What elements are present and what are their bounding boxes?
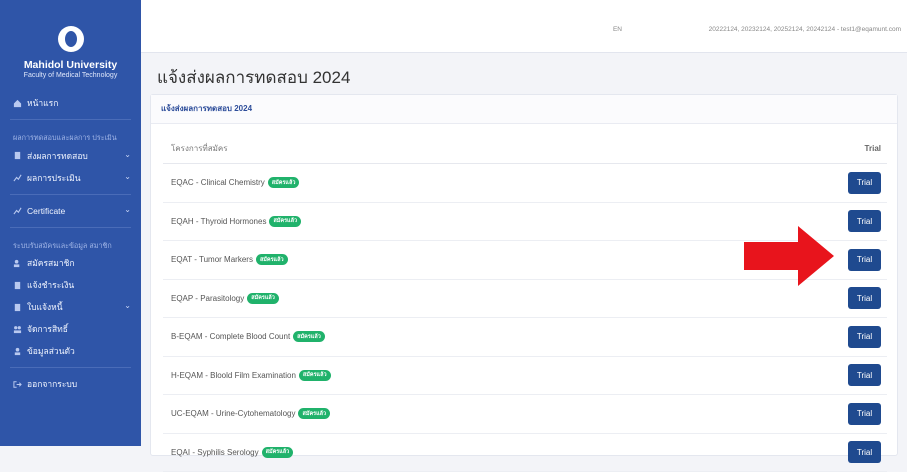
user-plus-icon (13, 259, 22, 268)
sidebar-item-label: ออกจากระบบ (27, 377, 77, 391)
sidebar-item-label: ใบแจ้งหนี้ (27, 300, 63, 314)
arrow-shape (744, 226, 834, 286)
table-row: EQAI - Syphilis Serologyสมัครแล้ว Trial (163, 434, 887, 472)
chevron-down-icon: ⌄ (124, 150, 131, 159)
column-header-program: โครงการที่สมัคร (171, 142, 228, 155)
status-badge: สมัครแล้ว (269, 216, 301, 227)
chevron-down-icon: ⌄ (124, 205, 131, 214)
sidebar-item-permissions[interactable]: จัดการสิทธิ์ (0, 318, 141, 340)
topbar: EN 20222124, 20232124, 20252124, 2024212… (141, 0, 907, 53)
document-icon (13, 151, 22, 160)
status-badge: สมัครแล้ว (247, 293, 279, 304)
sidebar-item-payment[interactable]: แจ้งชำระเงิน (0, 274, 141, 296)
university-logo-icon (58, 26, 84, 52)
page-title: แจ้งส่งผลการทดสอบ 2024 (157, 64, 350, 91)
sidebar-item-label: Certificate (27, 206, 65, 216)
sidebar-item-label: แจ้งชำระเงิน (27, 278, 74, 292)
sidebar-item-label: ข้อมูลส่วนตัว (27, 344, 75, 358)
language-switch[interactable]: EN (613, 26, 622, 33)
trial-button[interactable]: Trial (848, 364, 881, 386)
program-name: EQAI - Syphilis Serology (171, 448, 259, 457)
program-name: UC-EQAM - Urine-Cytohematology (171, 409, 295, 418)
program-cell: UC-EQAM - Urine-Cytohematologyสมัครแล้ว (171, 408, 330, 419)
status-badge: สมัครแล้ว (298, 408, 330, 419)
program-name: EQAH - Thyroid Hormones (171, 217, 266, 226)
sidebar-item-submit-results[interactable]: ส่งผลการทดสอบ ⌄ (0, 145, 141, 167)
card-title: แจ้งส่งผลการทดสอบ 2024 (151, 95, 897, 124)
divider (10, 367, 131, 368)
program-cell: EQAC - Clinical Chemistryสมัครแล้ว (171, 177, 299, 188)
program-cell: EQAT - Tumor Markersสมัครแล้ว (171, 254, 288, 265)
table-row: H-EQAM - Bloold Film Examinationสมัครแล้… (163, 357, 887, 396)
brand-name: Mahidol University (0, 59, 141, 71)
trial-button[interactable]: Trial (848, 403, 881, 425)
users-icon (13, 325, 22, 334)
trial-button[interactable]: Trial (848, 172, 881, 194)
status-badge: สมัครแล้ว (262, 447, 294, 458)
table-header: โครงการที่สมัคร Trial (163, 133, 887, 164)
status-badge: สมัครแล้ว (293, 331, 325, 342)
section-label-member: ระบบรับสมัครและข้อมูล สมาชิก (0, 233, 141, 253)
chart-icon (13, 173, 22, 182)
divider (10, 227, 131, 228)
sidebar-item-label: ส่งผลการทดสอบ (27, 149, 88, 163)
home-icon (13, 99, 22, 108)
program-name: EQAT - Tumor Markers (171, 255, 253, 264)
trial-button[interactable]: Trial (848, 287, 881, 309)
sidebar-nav: หน้าแรก ผลการทดสอบและผลการ ประเมิน ส่งผล… (0, 92, 141, 395)
program-table: โครงการที่สมัคร Trial EQAC - Clinical Ch… (163, 133, 887, 472)
sidebar-item-label: จัดการสิทธิ์ (27, 322, 68, 336)
sidebar-item-profile[interactable]: ข้อมูลส่วนตัว (0, 340, 141, 362)
sidebar-item-certificate[interactable]: Certificate ⌄ (0, 200, 141, 222)
sidebar-item-logout[interactable]: ออกจากระบบ (0, 373, 141, 395)
table-row: B-EQAM - Complete Blood Countสมัครแล้ว Tr… (163, 318, 887, 357)
program-cell: EQAP - Parasitologyสมัครแล้ว (171, 293, 279, 304)
sidebar-item-home[interactable]: หน้าแรก (0, 92, 141, 114)
trial-button[interactable]: Trial (848, 441, 881, 463)
sidebar-item-invoice[interactable]: ใบแจ้งหนี้ ⌄ (0, 296, 141, 318)
sidebar-item-label: ผลการประเมิน (27, 171, 81, 185)
program-cell: EQAH - Thyroid Hormonesสมัครแล้ว (171, 216, 301, 227)
divider (10, 194, 131, 195)
document-icon (13, 281, 22, 290)
user-icon (13, 347, 22, 356)
document-icon (13, 303, 22, 312)
program-name: EQAP - Parasitology (171, 294, 244, 303)
status-badge: สมัครแล้ว (299, 370, 331, 381)
program-cell: B-EQAM - Complete Blood Countสมัครแล้ว (171, 331, 325, 342)
chevron-down-icon: ⌄ (124, 301, 131, 310)
logout-icon (13, 380, 22, 389)
brand: Mahidol University Faculty of Medical Te… (0, 0, 141, 79)
sidebar-item-register[interactable]: สมัครสมาชิก (0, 252, 141, 274)
section-label-report: ผลการทดสอบและผลการ ประเมิน (0, 125, 141, 145)
chevron-down-icon: ⌄ (124, 172, 131, 181)
status-badge: สมัครแล้ว (268, 177, 300, 188)
sidebar-item-label: สมัครสมาชิก (27, 256, 75, 270)
brand-subtitle: Faculty of Medical Technology (0, 72, 141, 79)
sidebar-item-evaluation[interactable]: ผลการประเมิน ⌄ (0, 167, 141, 189)
red-arrow-indicator (742, 224, 836, 288)
sidebar-item-label: หน้าแรก (27, 96, 58, 110)
sidebar: Mahidol University Faculty of Medical Te… (0, 0, 141, 446)
program-name: B-EQAM - Complete Blood Count (171, 332, 290, 341)
divider (10, 119, 131, 120)
trial-button[interactable]: Trial (848, 249, 881, 271)
table-row: UC-EQAM - Urine-Cytohematologyสมัครแล้ว T… (163, 395, 887, 434)
program-cell: EQAI - Syphilis Serologyสมัครแล้ว (171, 447, 293, 458)
trial-button[interactable]: Trial (848, 326, 881, 348)
chart-icon (13, 206, 22, 215)
column-header-trial: Trial (865, 144, 881, 153)
program-cell: H-EQAM - Bloold Film Examinationสมัครแล้… (171, 370, 331, 381)
program-name: EQAC - Clinical Chemistry (171, 178, 265, 187)
trial-button[interactable]: Trial (848, 210, 881, 232)
program-name: H-EQAM - Bloold Film Examination (171, 371, 296, 380)
user-account-info[interactable]: 20222124, 20232124, 20252124, 20242124 -… (709, 26, 901, 33)
table-row: EQAC - Clinical Chemistryสมัครแล้ว Trial (163, 164, 887, 203)
status-badge: สมัครแล้ว (256, 254, 288, 265)
